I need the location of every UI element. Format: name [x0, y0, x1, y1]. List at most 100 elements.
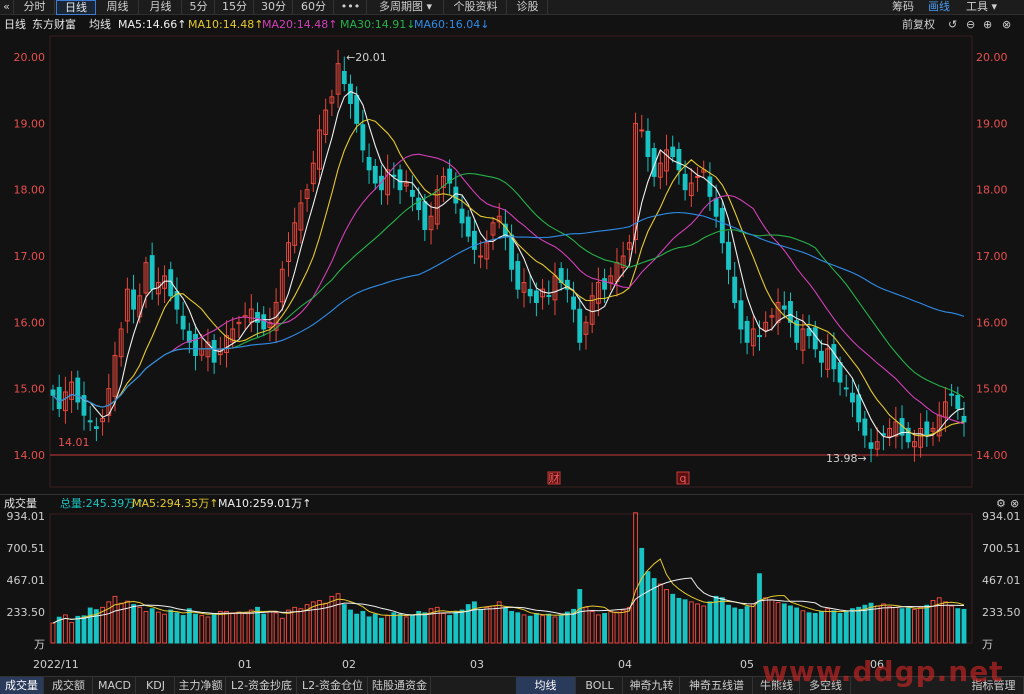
price-tick-right: 19.00	[976, 117, 1008, 130]
indicator-tab[interactable]: 陆股通资金	[369, 677, 431, 694]
candle-body	[757, 335, 762, 338]
candle-body	[87, 420, 93, 423]
candle-body	[131, 289, 136, 310]
candle-body	[397, 169, 403, 191]
volume-bar	[360, 610, 366, 644]
volume-bar	[614, 611, 620, 644]
volume-bar	[323, 602, 329, 644]
volume-bar	[657, 583, 663, 644]
volume-bar	[335, 593, 341, 644]
candle-body	[707, 176, 713, 197]
candle-body	[75, 377, 81, 403]
volume-bar	[676, 597, 682, 644]
price-tick-left: 19.00	[14, 117, 46, 130]
indicator-tab[interactable]: 成交量	[0, 677, 44, 694]
candle-body	[732, 276, 738, 303]
candle-body	[850, 392, 855, 403]
volume-bar	[589, 610, 595, 644]
volume-bar	[695, 603, 700, 644]
indicator-tab[interactable]: 主力净额	[176, 677, 226, 694]
volume-bar	[193, 613, 198, 644]
volume-bar	[583, 606, 589, 644]
volume-bar	[757, 573, 762, 644]
volume-bar	[918, 606, 924, 644]
indicator-tab[interactable]: BOLL	[577, 677, 623, 694]
candle-body	[193, 333, 198, 357]
volume-tick-right: 233.50	[982, 606, 1021, 619]
candle-body	[478, 255, 484, 258]
candle-body	[372, 165, 378, 184]
volume-bar	[521, 614, 527, 644]
volume-bar	[509, 610, 515, 644]
candle-body	[360, 124, 366, 151]
volume-bar	[131, 604, 136, 644]
x-tick-label: 03	[470, 658, 484, 671]
candle-body	[819, 350, 824, 363]
volume-bar	[955, 608, 961, 644]
price-tick-right: 15.00	[976, 383, 1008, 396]
volume-bar	[354, 613, 360, 644]
volume-bar	[211, 613, 217, 644]
volume-bar	[341, 604, 347, 644]
indicator-tab[interactable]: 成交额	[45, 677, 93, 694]
candle-body	[471, 230, 477, 250]
volume-bar	[379, 617, 384, 644]
volume-bar	[540, 615, 546, 644]
volume-bar	[645, 571, 651, 644]
volume-tick-right: 467.01	[982, 574, 1021, 587]
candle-body	[726, 241, 731, 270]
volume-bar	[447, 615, 453, 644]
volume-bar	[806, 612, 812, 644]
volume-bar	[180, 615, 186, 644]
volume-bar	[577, 589, 583, 644]
price-tick-left: 16.00	[14, 316, 46, 329]
volume-bar	[670, 593, 676, 644]
volume-bar	[459, 609, 465, 644]
x-tick-label: 2022/11	[33, 658, 79, 671]
volume-bar	[558, 614, 564, 644]
candle-body	[149, 255, 155, 290]
candle-body	[533, 290, 539, 303]
candle-body	[527, 288, 533, 297]
volume-bar	[186, 608, 192, 644]
volume-bar	[81, 615, 87, 644]
price-tick-right: 18.00	[976, 184, 1008, 197]
indicator-tab[interactable]: MACD	[94, 677, 136, 694]
volume-bar	[87, 607, 93, 644]
indicator-tab[interactable]: 神奇九转	[624, 677, 680, 694]
candle-body	[577, 308, 583, 343]
first-low-annotation: 14.01	[58, 436, 90, 449]
volume-bar	[719, 597, 725, 644]
volume-bar	[837, 613, 843, 644]
volume-bar	[397, 613, 403, 644]
volume-bar	[329, 595, 335, 644]
volume-tick-right: 700.51	[982, 542, 1021, 555]
price-tick-left: 20.00	[14, 51, 46, 64]
candle-body	[744, 320, 750, 343]
price-tick-right: 20.00	[976, 51, 1008, 64]
price-tick-left: 15.00	[14, 383, 46, 396]
candle-body	[354, 95, 360, 124]
candle-body	[341, 70, 347, 85]
volume-bar	[633, 512, 638, 644]
candle-body	[837, 362, 843, 383]
candle-body	[719, 207, 725, 244]
watermark: www.ddgp.net	[762, 655, 1004, 688]
candle-body	[812, 327, 818, 350]
q-marker: q	[680, 472, 687, 485]
volume-bar	[942, 601, 948, 644]
x-tick-label: 02	[342, 658, 356, 671]
indicator-tab[interactable]: L2-资金仓位	[298, 677, 368, 694]
volume-bar	[750, 603, 756, 644]
volume-bar	[843, 610, 849, 644]
candle-body	[856, 394, 862, 423]
volume-bar	[626, 606, 632, 644]
indicator-tab[interactable]: 神奇五线谱	[681, 677, 753, 694]
kline-chart[interactable]: 20.00 20.00 19.00 19.00 18.00 18.00 17.00 17.00…	[0, 0, 1024, 694]
ma20-line	[52, 153, 965, 425]
indicator-tab[interactable]: L2-资金抄底	[227, 677, 297, 694]
volume-bar	[546, 613, 552, 644]
indicator-tab[interactable]: 均线	[516, 677, 576, 694]
volume-bar	[422, 612, 428, 644]
indicator-tab[interactable]: KDJ	[137, 677, 175, 694]
